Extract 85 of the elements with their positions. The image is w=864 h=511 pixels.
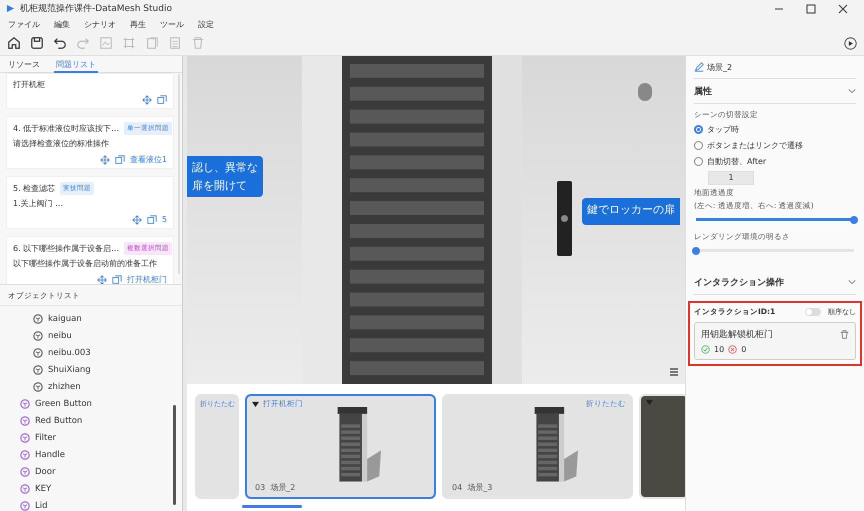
close-icon[interactable] (838, 4, 848, 14)
move-icon[interactable] (132, 214, 142, 224)
list-icon[interactable] (668, 366, 680, 378)
copy-icon[interactable] (114, 154, 125, 164)
copy-icon[interactable] (112, 274, 122, 284)
cube-icon (20, 466, 30, 476)
scene-name: 04 场景_3 (451, 482, 494, 494)
scene-link[interactable]: 查看液位1 (130, 154, 167, 165)
chevron-icon[interactable] (848, 278, 856, 286)
delay-input[interactable]: 1 (708, 171, 754, 185)
question-text: 打开机柜 (13, 79, 46, 90)
scene-link[interactable]: 打开机柜门 (127, 274, 167, 284)
edit-icon[interactable] (694, 62, 704, 72)
question-title: 4. 低于标准液位时应该按下… (13, 123, 120, 134)
menu-item[interactable]: 再生 (130, 18, 146, 30)
menu-item[interactable]: 編集 (54, 18, 70, 30)
chevron-icon[interactable] (848, 87, 856, 95)
scene-label[interactable]: 鍵でロッカーの扉 (582, 198, 680, 225)
menu-item[interactable]: シナリオ (84, 18, 116, 30)
object-item[interactable]: Green Button (20, 395, 182, 412)
menu-item[interactable]: 設定 (198, 18, 214, 30)
cube-icon (20, 416, 30, 426)
cube-icon (20, 450, 30, 460)
scene-label[interactable]: 認し、異常な 扉を開けて (187, 156, 263, 197)
radio-option[interactable]: タップ時 (694, 123, 856, 136)
action-card[interactable]: 用钥匙解锁机柜门 10 0 (694, 322, 856, 360)
failure-count: 0 (741, 345, 746, 354)
slider-thumb[interactable] (692, 246, 700, 254)
cube-icon (20, 484, 30, 494)
object-item[interactable]: zhizhen (20, 378, 182, 395)
object-item[interactable]: Red Button (20, 412, 182, 429)
cube-icon (20, 432, 30, 442)
question-card[interactable]: 打开机柜 (6, 73, 174, 109)
scene-title: 场景_2 (707, 62, 732, 72)
caret-icon[interactable] (252, 400, 259, 408)
question-title: 5. 检查滤芯 (13, 183, 56, 194)
cube-icon (33, 330, 43, 340)
app-logo-icon (6, 4, 15, 13)
success-count: 10 (714, 345, 724, 354)
3d-viewport[interactable]: 認し、異常な 扉を開けて 鍵でロッカーの扉 (187, 56, 685, 384)
slider-thumb[interactable] (850, 216, 858, 224)
object-item[interactable]: kaiguan (20, 310, 182, 327)
undo-icon[interactable] (53, 36, 67, 50)
save-icon[interactable] (30, 36, 44, 50)
check-circle-icon (701, 345, 710, 354)
radio-option[interactable]: 自動切替、After (694, 155, 856, 168)
cube-icon (33, 314, 43, 324)
move-icon[interactable] (100, 154, 110, 164)
object-item[interactable]: KEY (20, 480, 182, 497)
cube-icon (20, 500, 30, 510)
menu-item[interactable]: ファイル (8, 18, 40, 30)
copy-icon[interactable] (146, 214, 157, 224)
move-icon[interactable] (142, 95, 152, 105)
action-title: 用钥匙解锁机柜门 (701, 328, 774, 341)
object-item[interactable]: neibu (20, 327, 182, 344)
object-item[interactable]: Filter (20, 429, 182, 446)
scene-link[interactable]: 5 (162, 214, 167, 225)
maximize-icon[interactable] (806, 4, 816, 14)
order-toggle[interactable] (805, 308, 821, 316)
play-icon[interactable] (844, 36, 857, 50)
object-item[interactable]: Door (20, 463, 182, 480)
cross-circle-icon (728, 345, 738, 354)
object-item[interactable]: neibu.003 (20, 344, 182, 361)
home-icon[interactable] (7, 36, 21, 50)
cube-icon (20, 398, 30, 408)
object-item[interactable]: ShuiXiang (20, 361, 182, 378)
object-item[interactable]: Handle (20, 446, 182, 463)
window-title: 机柜规范操作课件-DataMesh Studio (20, 2, 172, 15)
question-title: 6. 以下哪些操作属于设备启… (13, 243, 120, 254)
section-title: 属性 (694, 86, 712, 98)
menu-item[interactable]: ツール (160, 18, 184, 30)
cube-icon (33, 382, 43, 392)
move-icon[interactable] (97, 274, 107, 284)
object-item[interactable]: Lid (20, 497, 182, 511)
radio-option[interactable]: ボタンまたはリンクで遷移 (694, 139, 856, 152)
panel-tab[interactable]: リソース (6, 59, 42, 71)
question-text: 1.关上阀门 … (13, 198, 64, 209)
cube-icon (33, 348, 43, 358)
copy-icon[interactable] (157, 95, 167, 105)
cube-icon (33, 364, 43, 374)
scene-name: 03 场景_2 (254, 482, 296, 494)
section-title: インタラクション操作 (694, 276, 784, 288)
question-text: 请选择检查液位的标准操作 (13, 138, 110, 149)
trash-icon[interactable] (840, 330, 849, 339)
question-text: 以下哪些操作属于设备启动前的准备工作 (13, 258, 158, 269)
